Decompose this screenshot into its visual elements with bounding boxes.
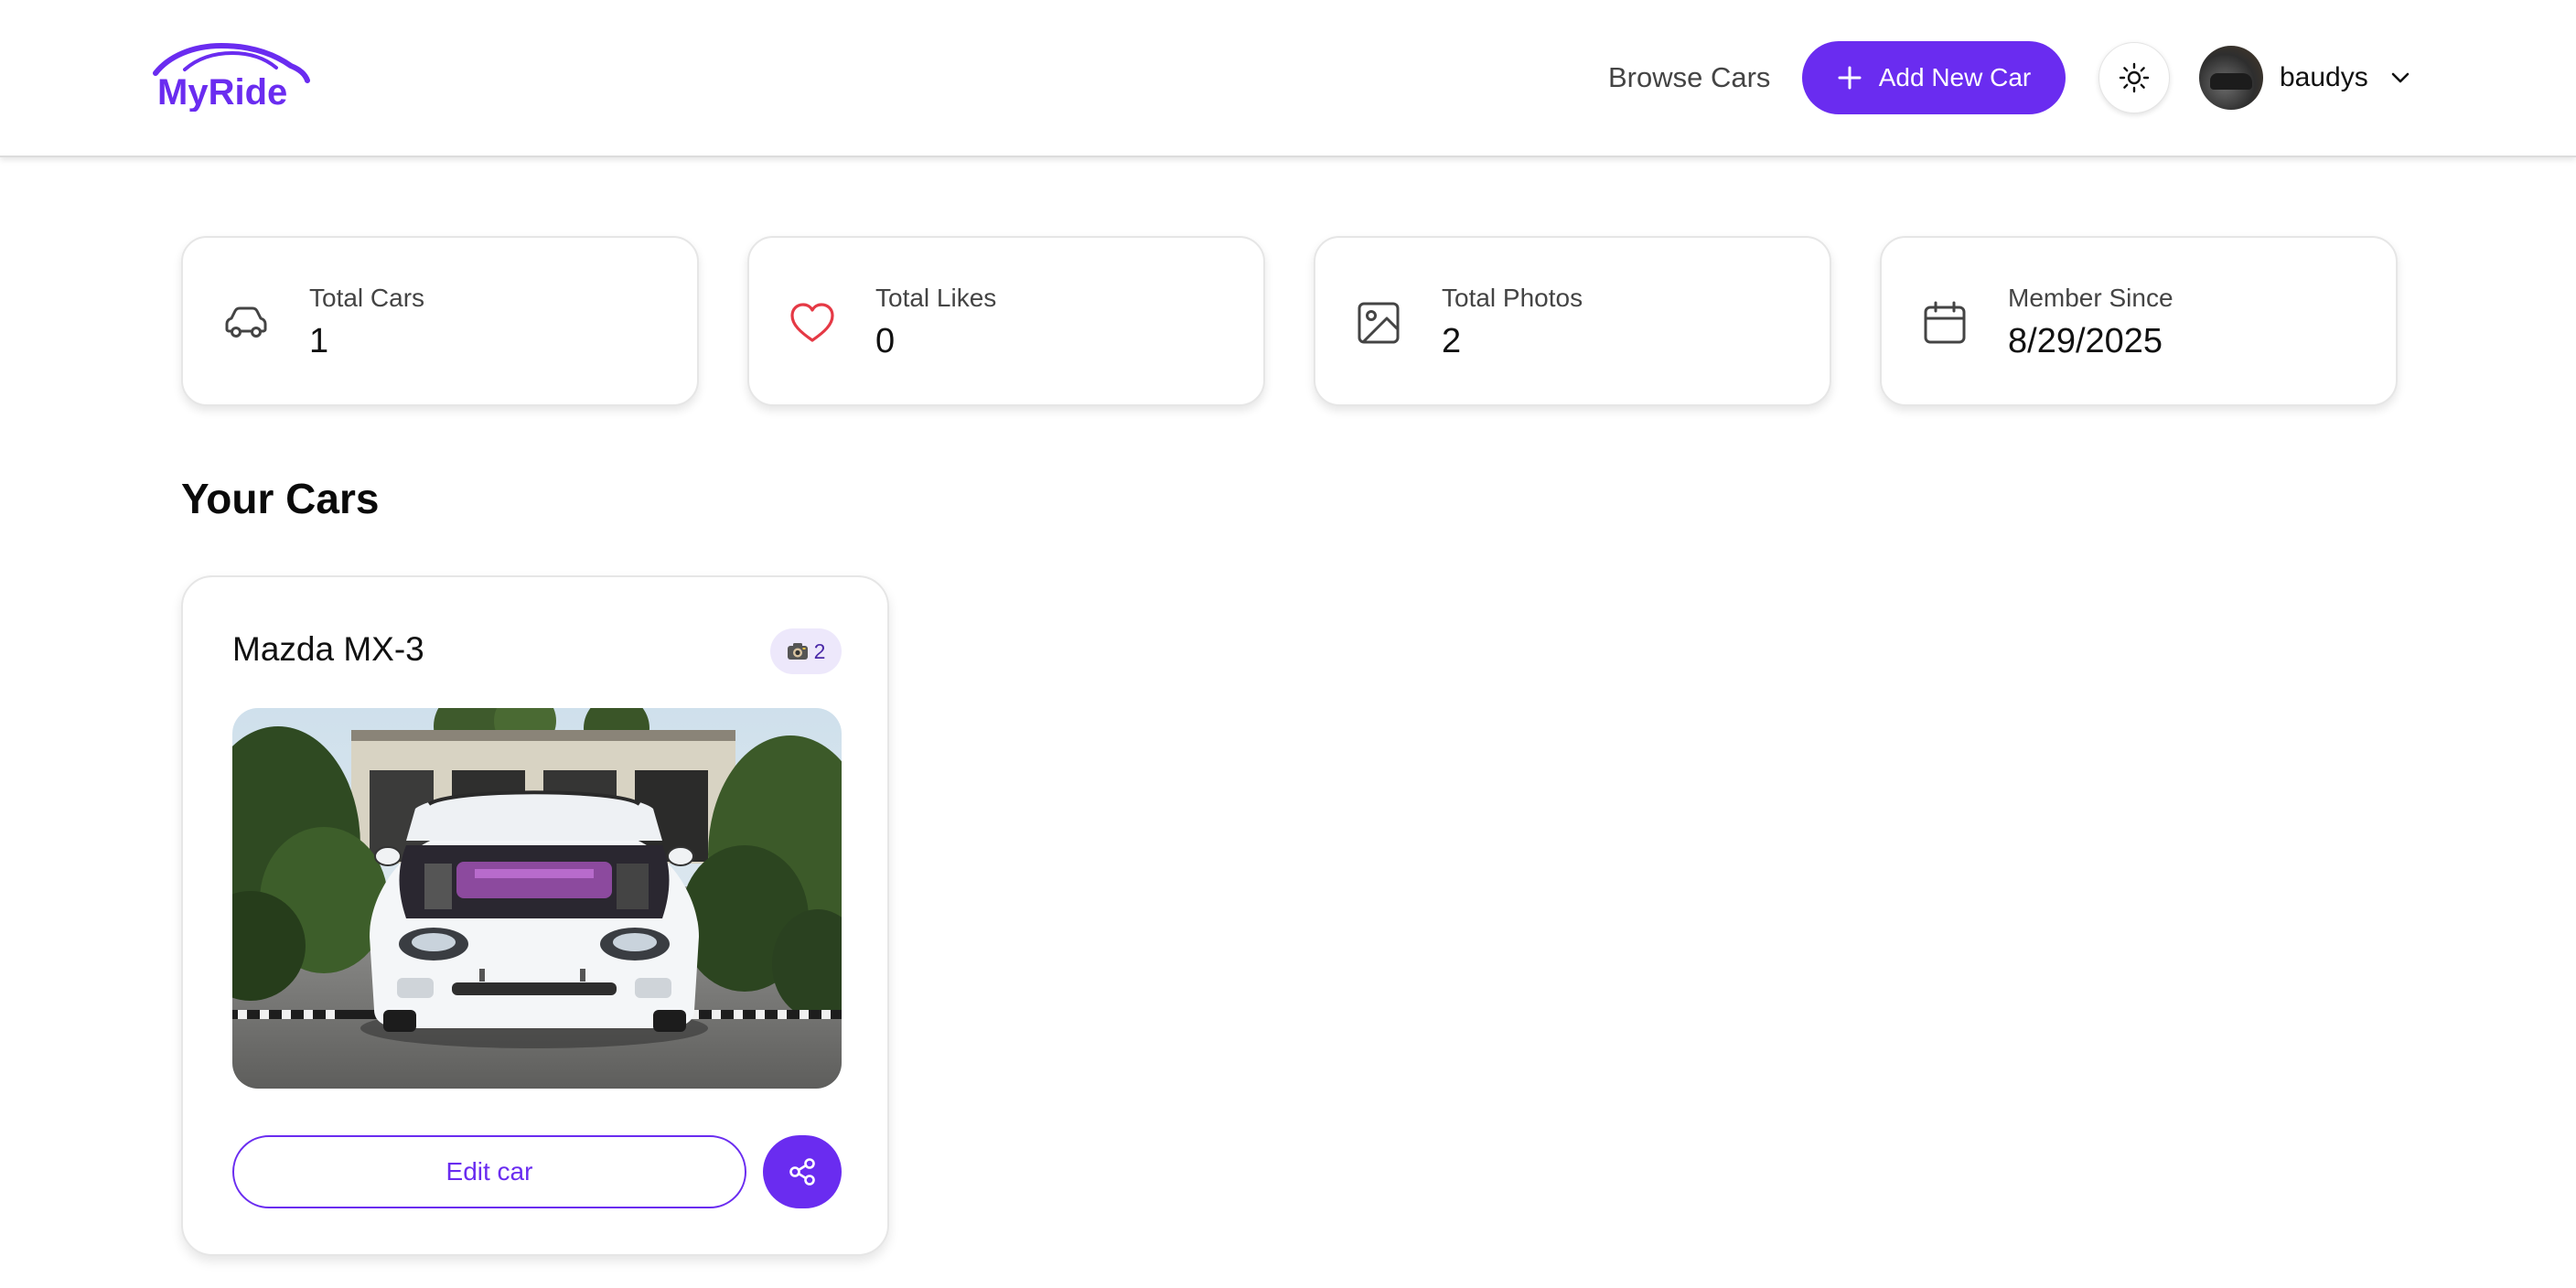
share-icon (789, 1158, 815, 1186)
stat-label: Total Photos (1442, 284, 1583, 312)
stat-card-member-since: Member Since 8/29/2025 (1880, 236, 2398, 406)
photo-count-badge: 2 (770, 628, 842, 674)
stat-value: 0 (875, 322, 896, 360)
stat-value: 2 (1442, 322, 1462, 360)
stat-value: 8/29/2025 (2008, 322, 2163, 360)
plus-icon (1838, 66, 1862, 90)
heart-icon (790, 303, 834, 342)
share-button[interactable] (763, 1135, 842, 1208)
logo-text: MyRide (157, 72, 287, 112)
myride-logo[interactable]: MyRide (148, 40, 313, 112)
stat-card-total-cars: Total Cars 1 (181, 236, 699, 406)
section-title: Your Cars (181, 475, 380, 522)
add-new-car-button[interactable]: Add New Car (1802, 41, 2066, 114)
user-menu[interactable]: baudys (2199, 42, 2419, 113)
avatar (2199, 46, 2263, 110)
stat-value: 1 (309, 322, 329, 360)
stat-label: Total Cars (309, 284, 425, 312)
stat-label: Total Likes (875, 284, 997, 312)
camera-icon (787, 643, 808, 660)
stat-card-total-likes: Total Likes 0 (747, 236, 1265, 406)
car-card[interactable]: Mazda MX-3 2 Edit car (181, 575, 889, 1256)
car-icon (225, 306, 267, 338)
username: baudys (2280, 62, 2368, 92)
photo-count: 2 (813, 639, 826, 663)
browse-cars-link[interactable]: Browse Cars (1608, 55, 1770, 101)
image-icon (1358, 302, 1400, 344)
car-name: Mazda MX-3 (232, 630, 424, 668)
stat-card-total-photos: Total Photos 2 (1314, 236, 1831, 406)
edit-car-button[interactable]: Edit car (232, 1135, 746, 1208)
chevron-down-icon (2391, 72, 2410, 83)
top-navbar: MyRide Browse Cars Add New Car baudys (0, 0, 2576, 157)
calendar-icon (1924, 301, 1966, 344)
car-photo[interactable] (232, 708, 842, 1089)
add-new-car-label: Add New Car (1878, 63, 2032, 91)
theme-toggle-button[interactable] (2098, 42, 2170, 113)
sun-icon (2119, 62, 2150, 93)
stat-label: Member Since (2008, 284, 2174, 312)
